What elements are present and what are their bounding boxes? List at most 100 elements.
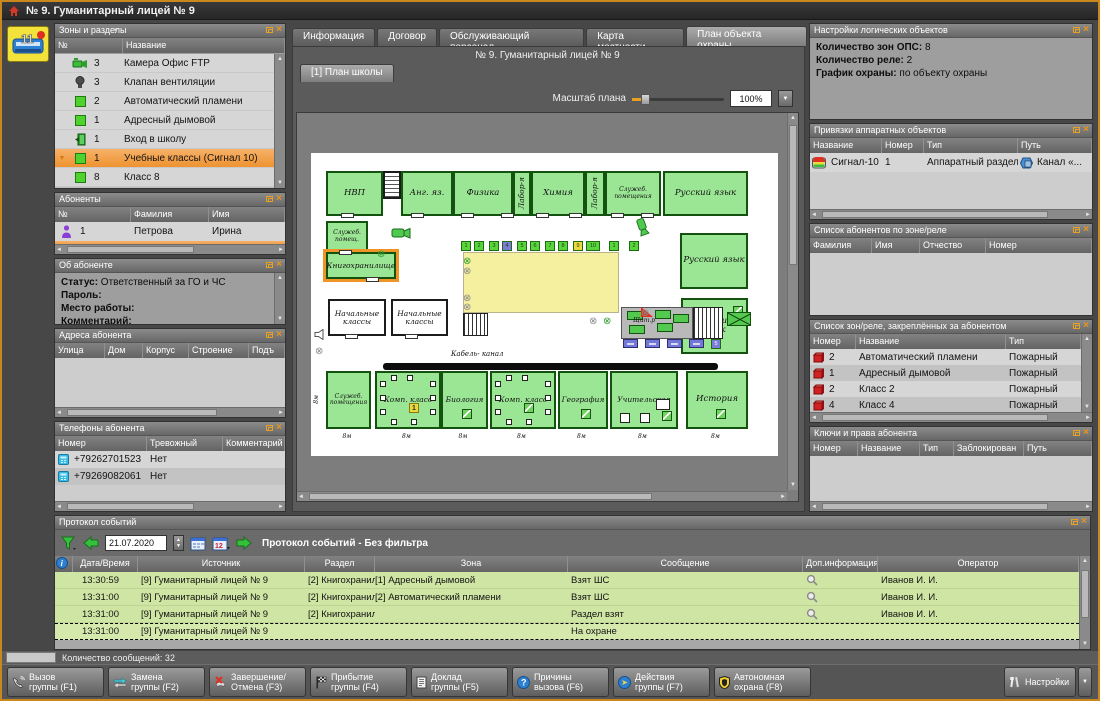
event-col[interactable]: Доп.информация [803, 556, 878, 572]
hardware-hscrollbar[interactable]: ◄► [810, 209, 1092, 219]
plan-zone-square[interactable]: 2 [474, 241, 484, 251]
event-col[interactable]: Раздел [305, 556, 375, 572]
info-icon[interactable]: i [55, 556, 73, 572]
prev-day-icon[interactable] [83, 536, 99, 550]
toolbar-button-2[interactable]: Заменагруппы (F2) [108, 667, 205, 697]
settings-dropdown-icon[interactable]: ▼ [1078, 667, 1092, 697]
plan-room[interactable]: Биология8м [441, 371, 488, 429]
event-row[interactable]: 13:31:00 [9] Гуманитарный лицей № 9 [2] … [55, 606, 1079, 623]
zones-of-abonent-vscrollbar[interactable]: ▲▼ [1081, 334, 1092, 412]
scale-slider[interactable] [632, 93, 724, 105]
keys-col[interactable]: Название [858, 441, 920, 456]
calendar-icon[interactable] [190, 536, 206, 551]
speaker-icon[interactable] [314, 329, 327, 340]
date-spinner[interactable]: ▲▼ [173, 535, 184, 551]
logic-panel-header[interactable]: Настройки логических объектов × [810, 24, 1092, 38]
event-row[interactable]: 13:31:00 [9] Гуманитарный лицей № 9 На о… [55, 623, 1079, 640]
close-panel-icon[interactable]: × [276, 194, 282, 204]
close-panel-icon[interactable]: × [1083, 321, 1089, 331]
tab-Информация[interactable]: Информация [292, 28, 375, 46]
plan-zone-square[interactable]: 9 [573, 241, 583, 251]
keys-col[interactable]: Тип [920, 441, 954, 456]
plan-room[interactable]: Служеб. помещения [605, 171, 661, 216]
blue-device-numbered[interactable]: 5 [711, 339, 721, 349]
close-panel-icon[interactable]: × [1083, 428, 1089, 438]
about-panel-header[interactable]: Об абоненте × [55, 259, 285, 273]
zones-col-name[interactable]: Название [123, 38, 285, 53]
close-panel-icon[interactable]: × [1083, 225, 1089, 235]
phone-row[interactable]: +79262701523 Нет [55, 451, 285, 468]
plan-zone-square[interactable]: 5 [517, 241, 527, 251]
plan-room[interactable]: Лабор-я [585, 171, 605, 216]
zone-tree-row[interactable]: 1 Вход в школу [55, 130, 274, 149]
detector-symbol[interactable]: ⊗ [377, 250, 385, 260]
abonents-by-zone-header[interactable]: Список абонентов по зоне/реле × [810, 224, 1092, 238]
zone-tree-row[interactable]: ▼ 1 Учебные классы (Сигнал 10) [55, 149, 274, 168]
abonents-col[interactable]: Имя [209, 207, 285, 222]
address-col[interactable]: Дом [105, 343, 143, 358]
event-row[interactable]: 13:31:00 [9] Гуманитарный лицей № 9 [2] … [55, 589, 1079, 606]
phones-panel-header[interactable]: Телефоны абонента × [55, 422, 285, 436]
abonents-by-zone-col[interactable]: Фамилия [810, 238, 872, 253]
abonents-col[interactable]: № [55, 207, 131, 222]
plan-camera-icon[interactable] [633, 216, 650, 237]
zone-check-mark[interactable] [524, 403, 534, 413]
slider-handle[interactable] [641, 94, 650, 105]
toolbar-button-4[interactable]: Прибытиегруппы (F4) [310, 667, 407, 697]
address-col[interactable]: Улица [55, 343, 105, 358]
close-panel-icon[interactable]: × [276, 423, 282, 433]
toolbar-button-8[interactable]: Автономнаяохрана (F8) [714, 667, 811, 697]
event-col[interactable]: Источник [138, 556, 305, 572]
detector-symbol[interactable]: ⊗ [603, 317, 611, 327]
phones-col[interactable]: Тревожный [147, 436, 223, 451]
plan-room[interactable]: Русский язык [680, 233, 748, 289]
hardware-row[interactable]: Сигнал-10 1 Аппаратный раздел Канал «... [810, 153, 1092, 172]
plan-camera-icon[interactable] [391, 227, 411, 240]
toolbar-button-5[interactable]: Докладгруппы (F5) [411, 667, 508, 697]
phones-col[interactable]: Комментарий [223, 436, 285, 451]
keys-col[interactable]: Номер [810, 441, 858, 456]
plan-zone-square[interactable]: 3 [489, 241, 499, 251]
abonent-row[interactable]: 1 Петрова Ирина [55, 222, 285, 241]
blue-device[interactable] [689, 339, 704, 348]
abonents-col[interactable]: Фамилия [131, 207, 209, 222]
detector-symbol[interactable]: ⊗ [315, 347, 323, 357]
zone-tree-row[interactable]: 2 Автоматический пламени [55, 92, 274, 111]
plan-zone-square[interactable]: 4 [502, 241, 512, 251]
abonents-by-zone-col[interactable]: Имя [872, 238, 920, 253]
zones-of-abonent-col[interactable]: Номер [810, 334, 856, 349]
plan-room[interactable]: Химия [531, 171, 585, 216]
float-panel-icon[interactable] [1073, 227, 1080, 233]
plan-zone-square[interactable]: 2 [629, 241, 639, 251]
zones-of-abonent-header[interactable]: Список зон/реле, закреплённых за абонент… [810, 320, 1092, 334]
event-log-vscrollbar[interactable]: ▲▼ [1079, 556, 1090, 649]
plan-room[interactable]: Комп. класс8м [490, 371, 556, 429]
crossed-equipment-box[interactable] [727, 312, 751, 326]
float-panel-icon[interactable] [266, 425, 273, 431]
tab-Договор[interactable]: Договор [377, 28, 437, 46]
blue-device[interactable] [623, 339, 638, 348]
float-panel-icon[interactable] [1073, 127, 1080, 133]
zones-vscrollbar[interactable]: ▲▼ [274, 54, 285, 188]
address-col[interactable]: Корпус [143, 343, 189, 358]
close-panel-icon[interactable]: × [276, 330, 282, 340]
equipment-block[interactable] [629, 325, 645, 334]
detector-symbol[interactable]: ⊗ [463, 303, 471, 313]
plan-room[interactable]: Книгохранилище [326, 252, 396, 279]
event-row[interactable]: 13:30:59 [9] Гуманитарный лицей № 9 [2] … [55, 572, 1079, 589]
event-col[interactable]: Зона [375, 556, 568, 572]
zone-of-abonent-row[interactable]: 1 Адресный дымовой Пожарный [810, 365, 1081, 381]
abonents-hscrollbar[interactable]: ◄► [55, 244, 285, 254]
zones-of-abonent-col[interactable]: Тип [1006, 334, 1081, 349]
toolbar-button-3[interactable]: Завершение/Отмена (F3) [209, 667, 306, 697]
equipment-block[interactable] [673, 314, 689, 323]
plan-room[interactable]: Служеб. помещения8м [326, 371, 371, 429]
filter-funnel-icon[interactable] [61, 536, 77, 551]
float-panel-icon[interactable] [1073, 430, 1080, 436]
plan-zone-square[interactable]: 7 [545, 241, 555, 251]
close-panel-icon[interactable]: × [1083, 25, 1089, 35]
plan-zone-square[interactable]: 6 [530, 241, 540, 251]
toolbar-button-7[interactable]: Действиягруппы (F7) [613, 667, 710, 697]
detector-symbol[interactable]: ⊗ [641, 309, 649, 319]
hardware-col[interactable]: Номер [882, 138, 924, 153]
